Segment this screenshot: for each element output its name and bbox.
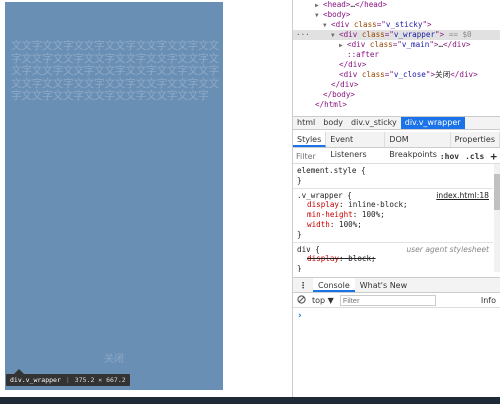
rule-close-brace: } bbox=[297, 264, 302, 272]
rule-property-overridden: display: block; bbox=[307, 254, 376, 264]
log-levels-select[interactable]: Info bbox=[481, 296, 496, 305]
clear-console-icon[interactable] bbox=[297, 294, 306, 306]
rule-close-brace: } bbox=[297, 175, 302, 185]
breadcrumb-v-sticky[interactable]: div.v_sticky bbox=[347, 117, 401, 129]
dom-node-line[interactable]: ▶ <head>…</head> bbox=[293, 0, 500, 10]
elements-dom-tree: ▶ <head>…</head> ▼ <body> ▼ <div class="v_sti… bbox=[293, 0, 500, 114]
page-viewport: 文文字文文字文文字文文字文文字文文字文文字文文字文文字文文字文文字文文字文文字文… bbox=[0, 0, 292, 397]
styles-filter-input[interactable] bbox=[296, 152, 434, 161]
style-rules-list: element.style { } .v_wrapper { index.htm… bbox=[293, 164, 493, 272]
breadcrumb-body[interactable]: body bbox=[319, 117, 347, 129]
dom-token: v_sticky bbox=[385, 20, 423, 29]
dom-token: "> bbox=[422, 20, 432, 29]
rule-property[interactable]: width: 100%; bbox=[297, 220, 489, 230]
dom-token: class bbox=[361, 30, 385, 39]
drawer-tab-bar: ⋮ Console What's New bbox=[293, 277, 500, 293]
context-select[interactable]: top ▼ bbox=[312, 296, 334, 305]
v-main-text: 文文字文文字文文字文文字文文字文文字文文字文文字文文字文文字文文字文文字文文字文… bbox=[11, 40, 219, 102]
rule-element-style[interactable]: element.style { } bbox=[293, 164, 493, 189]
dom-token: 关闭 bbox=[435, 70, 451, 79]
dom-token: <div bbox=[331, 20, 354, 29]
dom-token: class bbox=[361, 70, 385, 79]
dom-token: v_wrapper bbox=[393, 30, 436, 39]
v-wrapper-element[interactable]: 文文字文文字文文字文文字文文字文文字文文字文文字文文字文文字文文字文文字文文字文… bbox=[5, 2, 223, 390]
rule-source-label: user agent stylesheet bbox=[406, 244, 489, 254]
element-inspect-tooltip: div.v_wrapper | 375.2 × 667.2 bbox=[6, 374, 130, 386]
tab-styles[interactable]: Styles bbox=[293, 132, 327, 147]
console-filter-input[interactable] bbox=[339, 294, 436, 306]
scrollbar-thumb[interactable] bbox=[494, 174, 500, 210]
dom-node-line[interactable]: ··· ▼ <div class="v_wrapper"> == $0 bbox=[293, 30, 500, 40]
dom-token: </div> bbox=[450, 70, 478, 79]
dom-token: v_close bbox=[393, 70, 426, 79]
breadcrumb-html[interactable]: html bbox=[293, 117, 319, 129]
dom-token: =" bbox=[376, 20, 386, 29]
styles-tab-bar: Styles Event Listeners DOM Breakpoints P… bbox=[293, 132, 500, 159]
tab-event-listeners[interactable]: Event Listeners bbox=[326, 132, 386, 159]
dom-node-line[interactable]: </html> bbox=[293, 100, 500, 110]
dom-node-line[interactable]: ▼ <body> bbox=[293, 10, 500, 20]
rule-div-user-agent[interactable]: div { user agent stylesheet display: blo… bbox=[293, 243, 493, 272]
dom-token: <body> bbox=[323, 10, 351, 19]
rule-close-brace: } bbox=[297, 229, 302, 239]
close-button[interactable]: 关闭 bbox=[5, 350, 223, 365]
tab-console[interactable]: Console bbox=[313, 278, 355, 292]
breadcrumb-v-wrapper[interactable]: div.v_wrapper bbox=[400, 117, 465, 129]
tab-properties[interactable]: Properties bbox=[451, 132, 500, 147]
dom-token: <div bbox=[339, 30, 362, 39]
dom-node-line[interactable]: ::after bbox=[293, 50, 500, 60]
dom-node-line[interactable]: ▶ <div class="v_main">…</div> bbox=[293, 40, 500, 50]
tooltip-selector: div.v_wrapper bbox=[10, 376, 61, 384]
dom-token: </html> bbox=[315, 100, 348, 109]
dom-node-line[interactable]: <div class="v_close">关闭</div> bbox=[293, 70, 500, 80]
dom-token: class bbox=[353, 20, 377, 29]
dom-node-line[interactable]: ▼ <div class="v_sticky"> bbox=[293, 20, 500, 30]
dom-token: </head> bbox=[355, 0, 388, 9]
drawer-menu-icon[interactable]: ⋮ bbox=[293, 278, 313, 292]
console-toolbar: top ▼ Info bbox=[293, 293, 500, 308]
tooltip-size: 375.2 × 667.2 bbox=[74, 376, 126, 384]
new-rule-button[interactable]: + bbox=[490, 150, 497, 163]
dom-token: </div> bbox=[331, 80, 359, 89]
dom-node-line[interactable]: </div> bbox=[293, 60, 500, 70]
console-prompt-icon[interactable]: › bbox=[298, 311, 302, 321]
styles-scrollbar[interactable] bbox=[494, 164, 500, 272]
dom-token: ::after bbox=[347, 50, 380, 59]
dom-token: =" bbox=[384, 70, 394, 79]
tab-whats-new[interactable]: What's New bbox=[355, 278, 412, 292]
class-toggle-button[interactable]: .cls bbox=[465, 152, 484, 161]
dom-token: <div bbox=[347, 40, 370, 49]
tab-dom-breakpoints[interactable]: DOM Breakpoints bbox=[385, 132, 451, 159]
dom-token: "> bbox=[425, 70, 436, 79]
dom-token: <head> bbox=[323, 0, 351, 9]
rule-property[interactable]: min-height: 100%; bbox=[297, 210, 489, 220]
dom-node-menu-dots[interactable]: ··· bbox=[296, 30, 310, 40]
dom-node-line[interactable]: </div> bbox=[293, 80, 500, 90]
breadcrumb: html body div.v_sticky div.v_wrapper bbox=[293, 116, 500, 130]
dom-token: == $0 bbox=[444, 30, 472, 39]
dom-node-line[interactable]: </body> bbox=[293, 90, 500, 100]
dom-token: class bbox=[369, 40, 393, 49]
rule-selector: element.style { bbox=[297, 166, 366, 175]
dom-token: <div bbox=[339, 70, 362, 79]
dom-token: </div> bbox=[339, 60, 367, 69]
tooltip-separator: | bbox=[65, 376, 70, 384]
dom-token: v_main bbox=[401, 40, 430, 49]
rule-source-link[interactable]: index.html:18 bbox=[436, 191, 489, 201]
styles-filter-row: :hov .cls + bbox=[293, 150, 500, 164]
hover-state-button[interactable]: :hov bbox=[440, 152, 459, 161]
dom-token: </body> bbox=[323, 90, 356, 99]
devtools-panel: ▶ <head>…</head> ▼ <body> ▼ <div class="v_sti… bbox=[292, 0, 500, 397]
dom-token: =" bbox=[384, 30, 394, 39]
dom-token: </div> bbox=[443, 40, 471, 49]
dom-token: =" bbox=[392, 40, 402, 49]
dom-token: "> bbox=[435, 30, 445, 39]
rule-v-wrapper[interactable]: .v_wrapper { index.html:18 display: inli… bbox=[293, 189, 493, 243]
rule-property[interactable]: display: inline-block; bbox=[297, 200, 489, 210]
os-taskbar bbox=[0, 397, 500, 404]
